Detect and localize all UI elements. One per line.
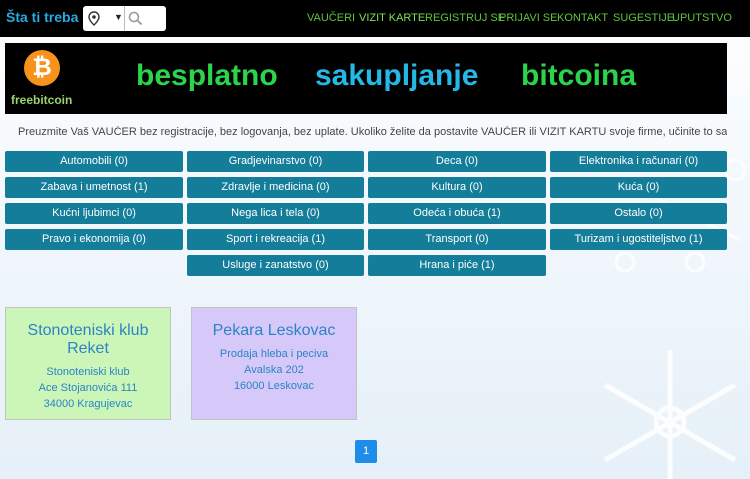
- nav-uputstvo[interactable]: UPUTSTVO: [672, 12, 732, 24]
- business-card-city: 34000 Kragujevac: [43, 398, 133, 410]
- category-button[interactable]: Kultura (0): [368, 177, 546, 198]
- business-card-name[interactable]: Pekara Leskovac: [192, 322, 356, 340]
- category-button[interactable]: Deca (0): [368, 151, 546, 172]
- category-button[interactable]: Kućni ljubimci (0): [5, 203, 183, 224]
- category-button[interactable]: Kuća (0): [550, 177, 727, 198]
- category-button[interactable]: Ostalo (0): [550, 203, 727, 224]
- banner-logo-text: freebitcoin: [11, 93, 73, 107]
- business-card[interactable]: Pekara Leskovac Prodaja hleba i peciva A…: [191, 307, 357, 420]
- business-card-address: Avalska 202: [244, 364, 304, 376]
- category-button[interactable]: Transport (0): [368, 229, 546, 250]
- nav-prijavi-se[interactable]: PRIJAVI SE: [499, 12, 557, 24]
- business-card-description: Stonoteniski klub: [46, 366, 130, 378]
- business-card-description: Prodaja hleba i peciva: [219, 348, 329, 360]
- top-navbar: Šta ti treba ▼ VAUČERI VIZIT KARTE REGIS…: [0, 0, 750, 37]
- nav-sugestije[interactable]: SUGESTIJE: [613, 12, 674, 24]
- location-pin-icon: [88, 11, 100, 26]
- intro-text: Preuzmite Vaš VAUČER bez registracije, b…: [18, 126, 727, 138]
- location-select[interactable]: ▼: [83, 6, 125, 31]
- site-brand[interactable]: Šta ti treba: [6, 9, 78, 25]
- category-button[interactable]: Usluge i zanatstvo (0): [187, 255, 364, 276]
- business-card[interactable]: Stonoteniski klub Reket Stonoteniski klu…: [5, 307, 171, 420]
- category-button[interactable]: Hrana i piće (1): [368, 255, 546, 276]
- category-button[interactable]: Gradjevinarstvo (0): [187, 151, 364, 172]
- category-button[interactable]: Turizam i ugostiteljstvo (1): [550, 229, 727, 250]
- chevron-down-icon: ▼: [114, 12, 123, 22]
- search-icon[interactable]: [128, 11, 143, 26]
- business-card-address: Ace Stojanovića 111: [38, 382, 138, 394]
- category-button[interactable]: Nega lica i tela (0): [187, 203, 364, 224]
- business-card-name[interactable]: Stonoteniski klub Reket: [6, 322, 170, 358]
- category-button[interactable]: Automobili (0): [5, 151, 183, 172]
- snowflake-decoration: [603, 350, 737, 479]
- bitcoin-logo-icon: ₿: [24, 50, 60, 86]
- pagination-page-button[interactable]: 1: [355, 440, 377, 463]
- search-bar: ▼: [83, 6, 166, 31]
- nav-vauceri[interactable]: VAUČERI: [307, 12, 355, 24]
- category-button[interactable]: Sport i rekreacija (1): [187, 229, 364, 250]
- banner-word-2: sakupljanje: [315, 59, 479, 92]
- freebitcoin-banner[interactable]: ₿ freebitcoin besplatno sakupljanje bitc…: [5, 43, 727, 114]
- category-button[interactable]: Zabava i umetnost (1): [5, 177, 183, 198]
- business-card-city: 16000 Leskovac: [233, 380, 315, 392]
- category-button[interactable]: Pravo i ekonomija (0): [5, 229, 183, 250]
- nav-registruj-se[interactable]: REGISTRUJ SE: [425, 12, 505, 24]
- nav-kontakt[interactable]: KONTAKT: [557, 12, 608, 24]
- nav-vizit-karte[interactable]: VIZIT KARTE: [359, 12, 425, 24]
- banner-word-3: bitcoina: [521, 59, 637, 92]
- category-button[interactable]: Zdravlje i medicina (0): [187, 177, 364, 198]
- category-button[interactable]: Elektronika i računari (0): [550, 151, 727, 172]
- banner-word-1: besplatno: [136, 59, 278, 92]
- category-button[interactable]: Odeća i obuća (1): [368, 203, 546, 224]
